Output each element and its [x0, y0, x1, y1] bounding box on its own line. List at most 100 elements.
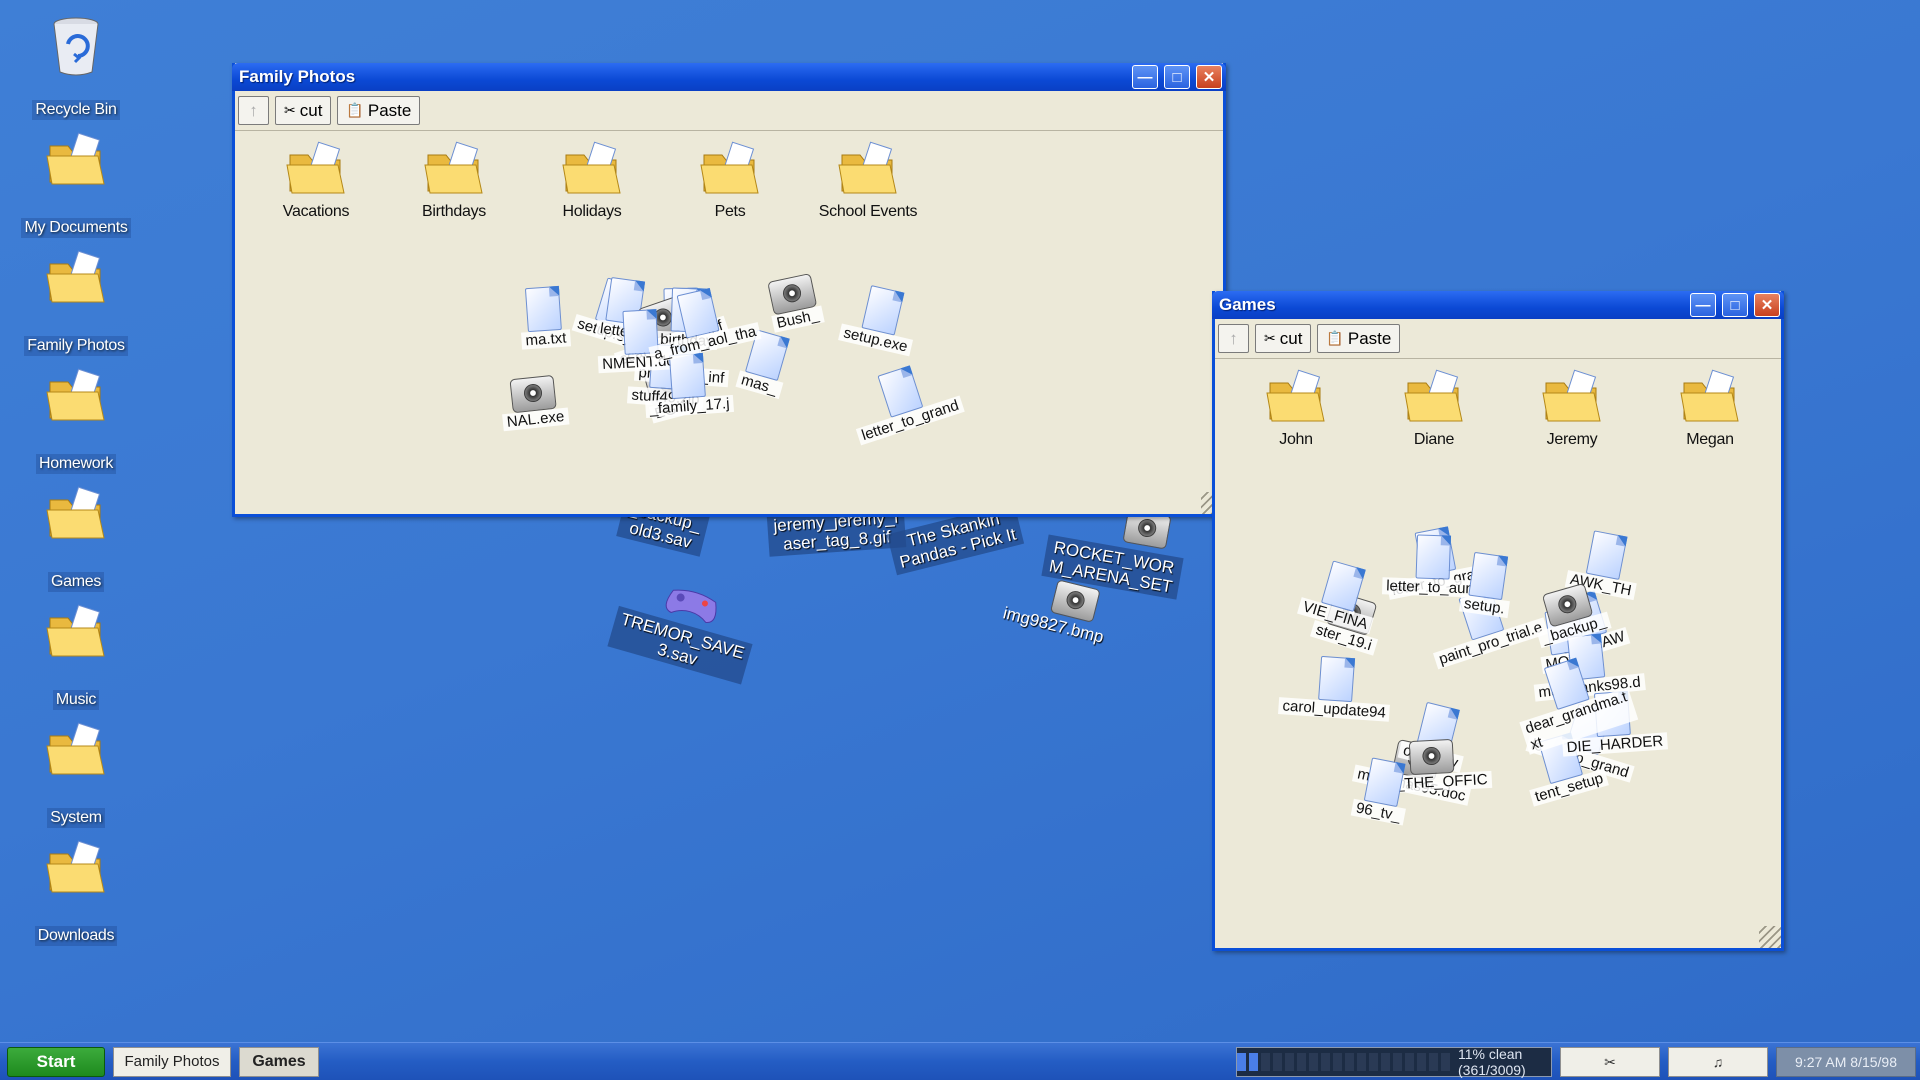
- maximize-button[interactable]: □: [1164, 65, 1190, 89]
- minimize-button[interactable]: —: [1690, 293, 1716, 317]
- clipboard-icon: 📋: [1326, 330, 1344, 346]
- window-titlebar[interactable]: Family Photos — □ ✕: [232, 63, 1226, 91]
- minimize-button[interactable]: —: [1132, 65, 1158, 89]
- maximize-button[interactable]: □: [1722, 293, 1748, 317]
- resize-grip[interactable]: [1759, 926, 1781, 948]
- pile-file-label: _family_17.j: [645, 394, 735, 418]
- scissors-icon: ✂: [284, 102, 296, 118]
- progress-segment: [1321, 1053, 1330, 1071]
- camera-icon: [1408, 738, 1455, 776]
- desktop-icon-label: Music: [52, 690, 100, 710]
- start-button[interactable]: Start: [7, 1046, 105, 1077]
- progress-segment: [1345, 1053, 1354, 1071]
- up-button[interactable]: ↑: [238, 96, 269, 125]
- folder-icon: [1540, 369, 1604, 425]
- taskbar-clock: 9:27 AM 8/15/98: [1776, 1047, 1916, 1077]
- desktop-file[interactable]: ROCKET_WOR M_ARENA_SET: [1041, 508, 1184, 600]
- folder-vacations[interactable]: Vacations: [247, 141, 385, 221]
- document-icon: [1415, 534, 1451, 580]
- progress-segment: [1381, 1053, 1390, 1071]
- folder-megan[interactable]: Megan: [1641, 369, 1779, 449]
- pile-file[interactable]: Bush_: [764, 272, 825, 333]
- close-button[interactable]: ✕: [1196, 65, 1222, 89]
- paste-button[interactable]: 📋 Paste: [1317, 324, 1401, 353]
- clipboard-icon: 📋: [346, 102, 364, 118]
- progress-bar: [1237, 1053, 1450, 1071]
- cut-button[interactable]: ✂ cut: [275, 96, 332, 125]
- pile-file[interactable]: ma.txt: [518, 285, 571, 350]
- paste-label: Paste: [367, 100, 412, 120]
- folder-icon: [44, 486, 108, 550]
- paste-label: Paste: [1347, 328, 1392, 348]
- close-button[interactable]: ✕: [1754, 293, 1780, 317]
- desktop-icon-games[interactable]: Games: [16, 486, 136, 592]
- desktop-icon-downloads[interactable]: Downloads: [16, 840, 136, 946]
- taskbar-task-games[interactable]: Games: [239, 1046, 319, 1077]
- folder-icon: [44, 250, 108, 314]
- window-title: Games: [1219, 295, 1276, 314]
- desktop-icon-label: Homework: [35, 454, 117, 474]
- desktop-icon-family-photos[interactable]: Family Photos: [16, 250, 136, 356]
- folder-pets[interactable]: Pets: [661, 141, 799, 221]
- progress-text: 11% clean (361/3009): [1458, 1046, 1526, 1078]
- folder-label: Vacations: [282, 203, 350, 220]
- folder-icon: [560, 141, 624, 197]
- progress-segment: [1405, 1053, 1414, 1071]
- desktop-icon-system[interactable]: System: [16, 722, 136, 828]
- scissors-icon: ✂: [1604, 1053, 1616, 1070]
- folder-icon: [1402, 369, 1466, 425]
- pile-file[interactable]: NAL.exe: [499, 374, 570, 432]
- window-toolbar: ↑ ✂ cut 📋 Paste: [235, 91, 1223, 131]
- folder-diane[interactable]: Diane: [1365, 369, 1503, 449]
- progress-segment: [1333, 1053, 1342, 1071]
- folder-school-events[interactable]: School Events: [799, 141, 937, 221]
- folder-john[interactable]: John: [1227, 369, 1365, 449]
- window-toolbar: ↑ ✂ cut 📋 Paste: [1215, 319, 1781, 359]
- cut-button[interactable]: ✂ cut: [1255, 324, 1312, 353]
- pile-file[interactable]: setup.: [1458, 551, 1516, 619]
- up-button[interactable]: ↑: [1218, 324, 1249, 353]
- tray-button-cut[interactable]: ✂: [1560, 1047, 1660, 1077]
- desktop-icon-music[interactable]: Music: [16, 604, 136, 710]
- folder-label: Jeremy: [1546, 431, 1598, 448]
- folder-birthdays[interactable]: Birthdays: [385, 141, 523, 221]
- up-arrow-icon: ↑: [1229, 328, 1238, 348]
- folder-label: Holidays: [562, 203, 622, 220]
- progress-segment: [1369, 1053, 1378, 1071]
- desktop-icon-my-documents[interactable]: My Documents: [16, 132, 136, 238]
- document-icon: [1468, 551, 1509, 601]
- desktop-icon-homework[interactable]: Homework: [16, 368, 136, 474]
- progress-segment: [1285, 1053, 1294, 1071]
- pile-file[interactable]: letter_to_grand: [842, 354, 965, 446]
- pile-file[interactable]: 96_tv_: [1350, 755, 1415, 826]
- tray-button-music[interactable]: ♫: [1668, 1047, 1768, 1077]
- folder-label: Birthdays: [422, 203, 486, 220]
- folder-icon: [44, 132, 108, 196]
- folder-jeremy[interactable]: Jeremy: [1503, 369, 1641, 449]
- paste-button[interactable]: 📋 Paste: [337, 96, 421, 125]
- desktop-file[interactable]: TREMOR_SAVE 3.sav: [607, 567, 763, 685]
- desktop-icon-recycle-bin[interactable]: Recycle Bin: [16, 14, 136, 120]
- up-arrow-icon: ↑: [249, 100, 258, 120]
- folder-label: Diane: [1413, 431, 1455, 448]
- taskbar-task-family-photos[interactable]: Family Photos: [113, 1046, 231, 1077]
- cleanup-progress: 11% clean (361/3009): [1236, 1046, 1552, 1078]
- folder-icon: [1264, 369, 1328, 425]
- folder-icon: [1678, 369, 1742, 425]
- desktop-icon-label: System: [47, 808, 105, 828]
- progress-segment: [1417, 1053, 1426, 1071]
- family-photos-window[interactable]: Family Photos — □ ✕ ↑ ✂ cut 📋 Paste Vaca…: [232, 63, 1226, 517]
- document-icon: [676, 287, 720, 339]
- window-titlebar[interactable]: Games — □ ✕: [1212, 291, 1784, 319]
- camera-icon: [509, 374, 557, 414]
- folder-holidays[interactable]: Holidays: [523, 141, 661, 221]
- document-icon: [668, 352, 706, 400]
- games-window[interactable]: Games — □ ✕ ↑ ✂ cut 📋 Paste John Diane Jer…: [1212, 291, 1784, 951]
- pile-file[interactable]: setup.exe: [838, 281, 923, 357]
- folder-icon: [422, 141, 486, 197]
- progress-segment: [1393, 1053, 1402, 1071]
- progress-segment: [1273, 1053, 1282, 1071]
- progress-segment: [1441, 1053, 1450, 1071]
- pile-file[interactable]: carol_update94: [1278, 653, 1393, 722]
- file-pile: letter_to_grandEGYPprinter_lx_infsetup.s…: [485, 268, 1045, 468]
